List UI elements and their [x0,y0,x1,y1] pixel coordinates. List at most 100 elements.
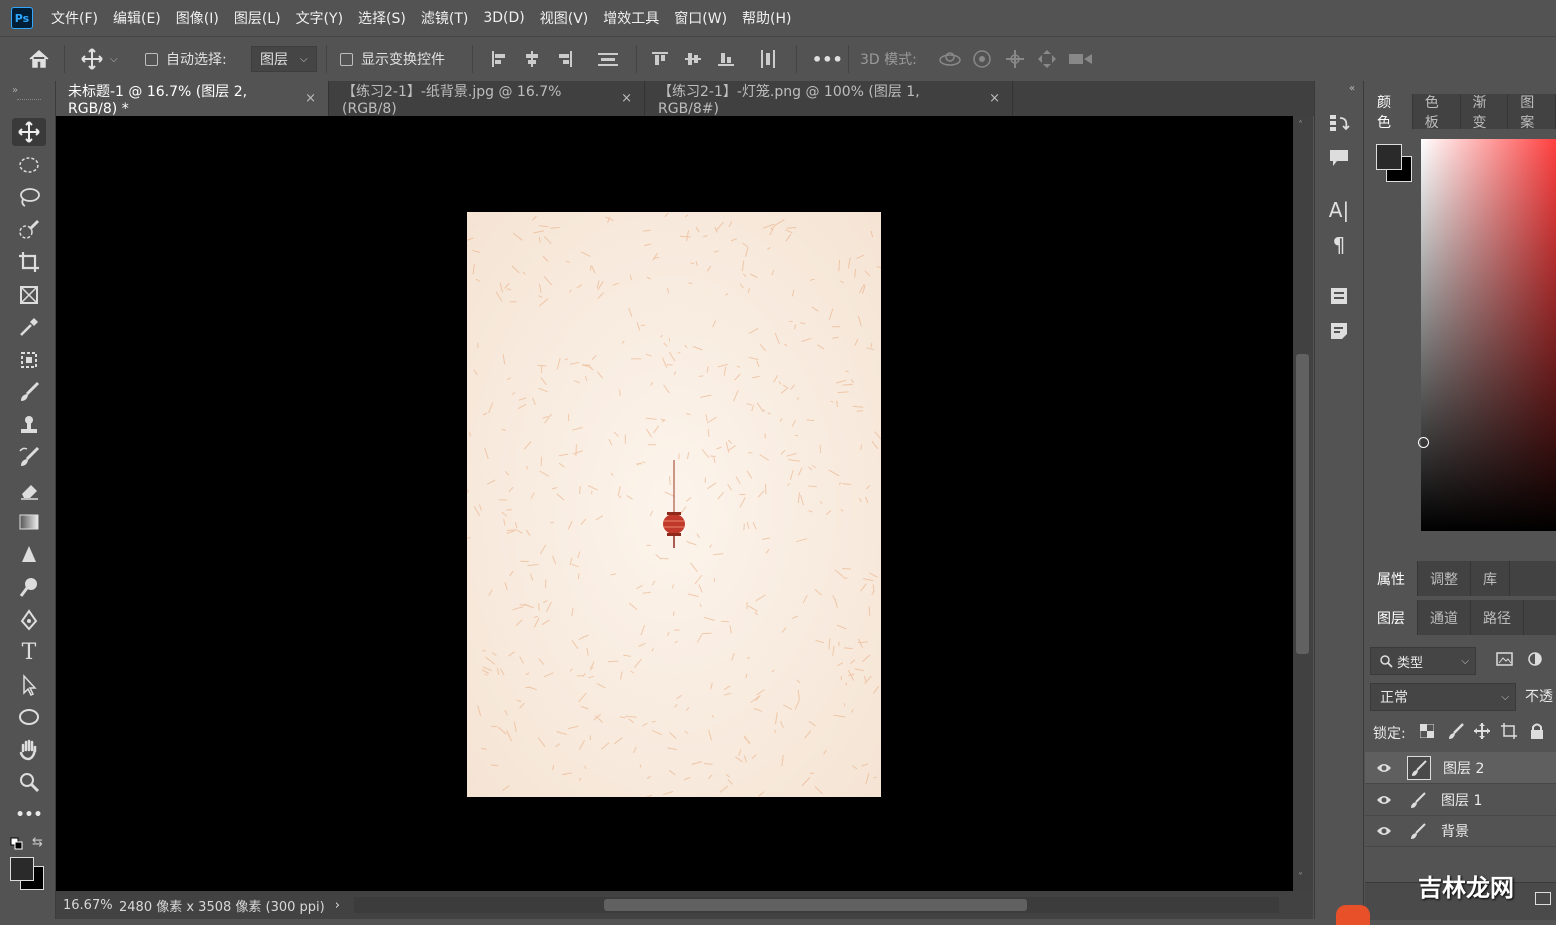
menu-plugins[interactable]: 增效工具 [603,8,659,28]
quick-select-tool-icon[interactable] [12,216,46,244]
scroll-down-icon[interactable]: ˅ [1298,872,1303,883]
visibility-eye-icon[interactable] [1375,826,1393,836]
3d-slide-icon[interactable] [1036,37,1058,81]
scroll-up-icon[interactable]: ˄ [1298,120,1303,131]
tab-color[interactable]: 颜色 [1365,94,1413,129]
type-tool-icon[interactable]: T [12,638,46,666]
home-icon[interactable] [28,37,50,81]
history-brush-tool-icon[interactable] [12,443,46,471]
menu-image[interactable]: 图像(I) [176,8,219,28]
align-vcenter-icon[interactable] [684,37,702,81]
filter-image-icon[interactable] [1496,651,1514,671]
tab-libraries[interactable]: 库 [1471,561,1510,596]
gradient-tool-icon[interactable] [12,508,46,536]
foreground-color-swatch[interactable] [10,857,34,881]
brush-tool-icon[interactable] [12,378,46,406]
layer-row-background[interactable]: 背景 [1365,815,1556,847]
healing-brush-tool-icon[interactable] [12,346,46,374]
comments-panel-icon[interactable] [1327,146,1351,170]
align-bottom-icon[interactable] [717,37,735,81]
blend-mode-dropdown[interactable]: 正常 ⌵ [1370,683,1516,711]
hand-tool-icon[interactable] [12,736,46,764]
eraser-tool-icon[interactable] [12,476,46,504]
lock-artboard-icon[interactable] [1500,722,1518,744]
align-hcenter-icon[interactable] [523,37,541,81]
distribute-vertical-icon[interactable] [758,37,778,81]
layer-filter-dropdown[interactable]: 类型 ⌵ [1370,647,1476,675]
zoom-level[interactable]: 16.67% [63,898,113,913]
3d-orbit-icon[interactable] [938,37,962,81]
tab-paths[interactable]: 路径 [1471,600,1524,635]
path-select-tool-icon[interactable] [12,671,46,699]
history-panel-icon[interactable] [1327,111,1351,135]
menu-view[interactable]: 视图(V) [540,8,589,28]
show-transform-checkbox[interactable] [340,53,353,66]
collapse-arrows-icon[interactable]: « [1349,83,1355,94]
tab-untitled-1[interactable]: 未标题-1 @ 16.7% (图层 2, RGB/8) * × [56,81,329,116]
tab-lantern[interactable]: 【练习2-1】-灯笼.png @ 100% (图层 1, RGB/8#) × [646,81,1013,116]
align-top-icon[interactable] [651,37,669,81]
lock-all-icon[interactable] [1530,722,1544,744]
swap-colors-icon[interactable]: ⇆ [32,835,43,850]
clone-stamp-tool-icon[interactable] [12,411,46,439]
close-icon[interactable]: × [989,91,1000,106]
dodge-tool-icon[interactable] [12,573,46,601]
vertical-scroll-thumb[interactable] [1296,354,1309,654]
layer-row-layer-2[interactable]: 图层 2 [1365,752,1556,784]
auto-select-checkbox[interactable] [145,53,158,66]
menu-filter[interactable]: 滤镜(T) [421,8,468,28]
close-icon[interactable]: × [305,91,316,106]
layer-row-layer-1[interactable]: 图层 1 [1365,784,1556,816]
lasso-tool-icon[interactable] [12,183,46,211]
menu-file[interactable]: 文件(F) [51,8,98,28]
horizontal-scroll-thumb[interactable] [604,899,1027,911]
lock-transparent-icon[interactable] [1420,724,1434,742]
color-picker-field[interactable] [1421,139,1556,531]
lock-position-icon[interactable] [1473,722,1491,744]
tab-swatches[interactable]: 色板 [1413,94,1461,129]
edit-toolbar-icon[interactable]: ••• [12,801,46,829]
properties-panel-icon[interactable] [1327,284,1351,308]
align-left-icon[interactable] [490,37,508,81]
paragraph-panel-icon[interactable]: ¶ [1327,233,1351,257]
frame-tool-icon[interactable] [12,281,46,309]
tab-paper-background[interactable]: 【练习2-1】-纸背景.jpg @ 16.7%(RGB/8) × [330,81,645,116]
move-tool-preset-icon[interactable]: ⌵ [80,37,118,81]
crop-tool-icon[interactable] [12,248,46,276]
menu-edit[interactable]: 编辑(E) [113,8,161,28]
notes-panel-icon[interactable] [1327,319,1351,343]
status-menu-arrow[interactable]: › [335,898,340,913]
character-panel-icon[interactable]: A| [1327,198,1351,222]
align-right-icon[interactable] [556,37,574,81]
blur-tool-icon[interactable] [12,541,46,569]
menu-3d[interactable]: 3D(D) [483,10,524,26]
pen-tool-icon[interactable] [12,606,46,634]
more-options-button[interactable]: ••• [812,37,843,81]
add-mask-icon[interactable] [1535,892,1551,905]
menu-select[interactable]: 选择(S) [358,8,406,28]
zoom-tool-icon[interactable] [12,768,46,796]
visibility-eye-icon[interactable] [1375,763,1393,773]
distribute-icon[interactable] [597,37,619,81]
filter-adjustment-icon[interactable] [1527,651,1543,671]
ellipse-tool-icon[interactable] [12,703,46,731]
close-icon[interactable]: × [621,91,632,106]
color-picker-cursor[interactable] [1418,437,1429,448]
lock-pixels-icon[interactable] [1447,722,1465,744]
tab-patterns[interactable]: 图案 [1508,94,1556,129]
tab-layers[interactable]: 图层 [1365,600,1418,635]
tab-gradients[interactable]: 渐变 [1461,94,1509,129]
horizontal-scrollbar[interactable] [354,897,1279,913]
tab-properties[interactable]: 属性 [1365,561,1418,596]
default-colors-icon[interactable] [10,837,24,855]
document-canvas[interactable] [467,212,881,797]
3d-camera-icon[interactable] [1068,37,1094,81]
menu-type[interactable]: 文字(Y) [296,8,343,28]
auto-select-dropdown[interactable]: 图层 ⌵ [251,46,317,72]
menu-layer[interactable]: 图层(L) [234,8,281,28]
menu-window[interactable]: 窗口(W) [674,8,727,28]
menu-help[interactable]: 帮助(H) [742,8,791,28]
eyedropper-tool-icon[interactable] [12,313,46,341]
visibility-eye-icon[interactable] [1375,795,1393,805]
tab-adjustments[interactable]: 调整 [1418,561,1471,596]
